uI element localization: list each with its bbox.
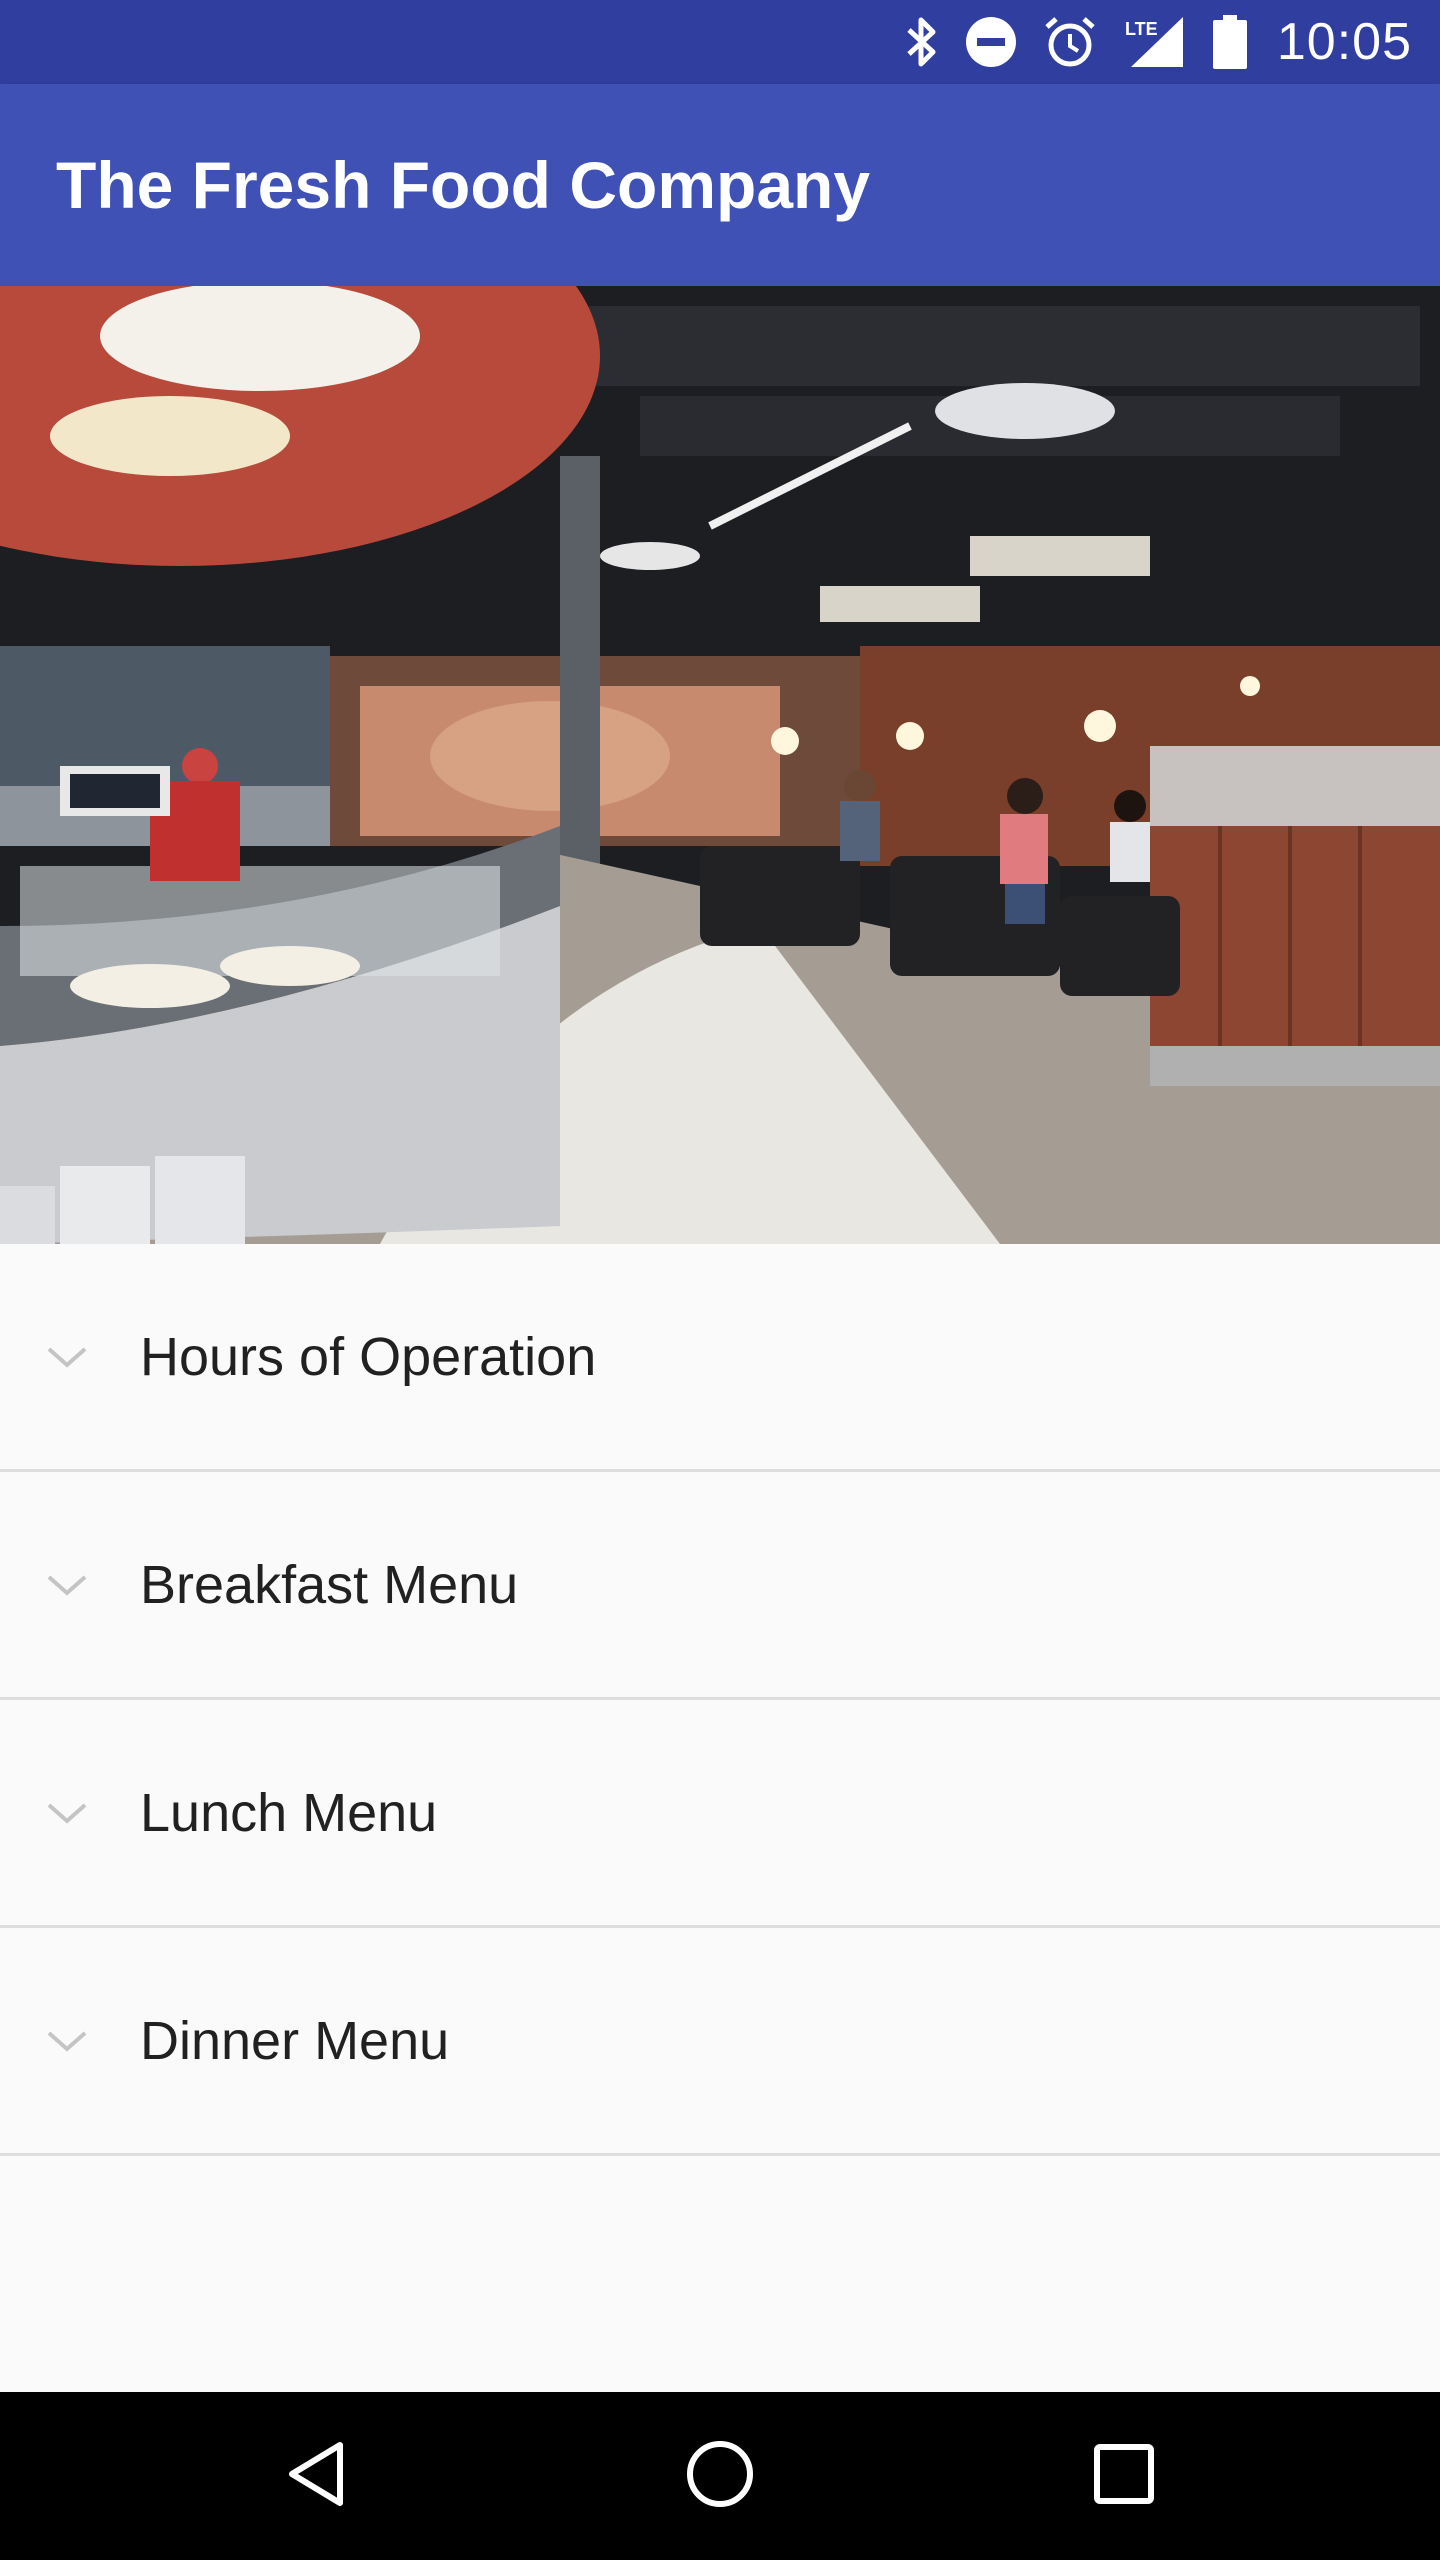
section-dinner-menu[interactable]: Dinner Menu: [0, 1928, 1440, 2156]
chevron-down-icon: [46, 1801, 88, 1825]
section-label: Dinner Menu: [140, 2010, 450, 2071]
chevron-down-icon: [46, 1345, 88, 1369]
back-icon: [286, 2441, 346, 2512]
alarm-icon: [1043, 15, 1097, 69]
back-button[interactable]: [216, 2392, 416, 2560]
lte-label: LTE: [1125, 19, 1158, 39]
app-bar: The Fresh Food Company: [0, 84, 1440, 286]
bluetooth-icon: [905, 16, 939, 68]
section-breakfast-menu[interactable]: Breakfast Menu: [0, 1472, 1440, 1700]
do-not-disturb-icon: [965, 16, 1017, 68]
section-label: Lunch Menu: [140, 1782, 438, 1843]
menu-section-list: Hours of Operation Breakfast Menu Lunch …: [0, 1244, 1440, 2156]
chevron-down-icon: [46, 1573, 88, 1597]
home-button[interactable]: [620, 2392, 820, 2560]
lte-signal-icon: LTE: [1123, 15, 1187, 69]
dining-hall-photo: [0, 286, 1440, 1244]
home-icon: [686, 2440, 754, 2513]
system-nav-bar: [0, 2392, 1440, 2560]
recents-icon: [1094, 2443, 1154, 2509]
section-hours-of-operation[interactable]: Hours of Operation: [0, 1244, 1440, 1472]
battery-icon: [1212, 15, 1247, 69]
section-label: Hours of Operation: [140, 1326, 597, 1387]
status-bar: LTE 10:05: [0, 0, 1440, 84]
clock: 10:05: [1276, 13, 1412, 71]
recents-button[interactable]: [1024, 2392, 1224, 2560]
chevron-down-icon: [46, 2029, 88, 2053]
section-label: Breakfast Menu: [140, 1554, 519, 1615]
app-title: The Fresh Food Company: [56, 148, 871, 222]
section-lunch-menu[interactable]: Lunch Menu: [0, 1700, 1440, 1928]
